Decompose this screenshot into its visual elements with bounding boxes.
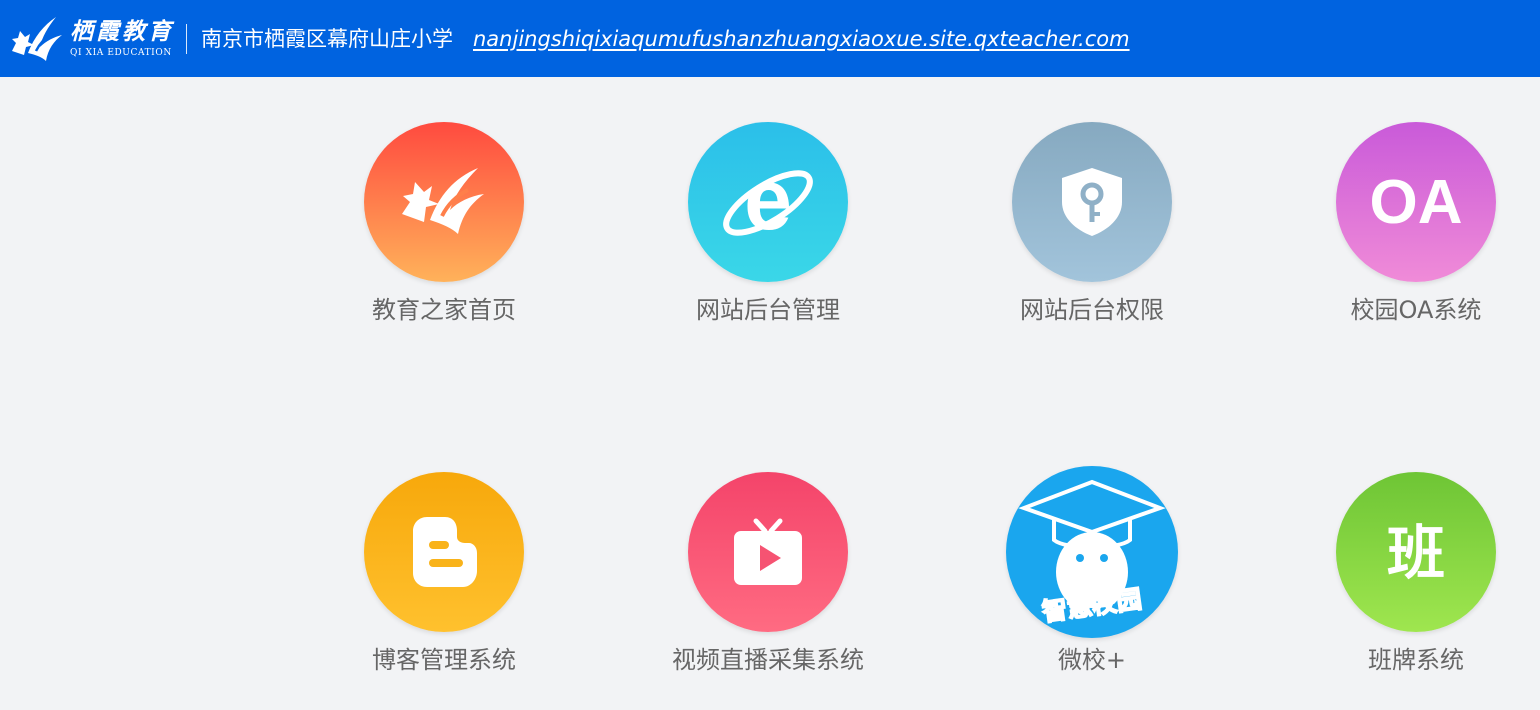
app-label: 博客管理系统 [372,646,516,674]
svg-text:e: e [744,152,792,248]
brand-name-en: QI XIA EDUCATION [70,47,172,58]
header-divider [186,23,187,54]
brand-logo[interactable]: 栖霞教育 QI XIA EDUCATION [6,0,174,77]
app-label: 校园OA系统 [1350,296,1482,324]
app-tile-class-board[interactable]: 班 班牌系统 [1296,472,1536,692]
top-bar: 栖霞教育 QI XIA EDUCATION 南京市栖霞区幕府山庄小学 nanji… [0,0,1540,77]
tv-play-icon [688,472,848,632]
class-board-icon: 班 [1336,472,1496,632]
app-label: 网站后台管理 [696,296,840,324]
internet-explorer-icon: e [688,122,848,282]
app-tile-blog-admin[interactable]: 博客管理系统 [324,472,564,692]
app-label: 微校+ [1057,646,1127,674]
app-tile-weixiao-plus[interactable]: 智慧校园 微校+ [972,466,1212,692]
school-name: 南京市栖霞区幕府山庄小学 [201,26,453,51]
qixia-logo-icon [12,16,62,61]
app-tile-campus-oa[interactable]: OA 校园OA系统 [1296,122,1536,342]
qixia-logo-icon [364,122,524,282]
site-url-link[interactable]: nanjingshiqixiaqumufushanzhuangxiaoxue.s… [473,27,1130,51]
app-tile-site-admin[interactable]: e 网站后台管理 [648,122,888,342]
oa-icon: OA [1336,122,1496,282]
app-label: 视频直播采集系统 [672,646,864,674]
app-tile-video-live[interactable]: 视频直播采集系统 [648,472,888,692]
blogger-icon [364,472,524,632]
app-label: 教育之家首页 [372,296,516,324]
app-tile-site-permissions[interactable]: 网站后台权限 [972,122,1212,342]
smart-campus-icon: 智慧校园 [1006,466,1178,638]
app-label: 班牌系统 [1368,646,1464,674]
app-tile-education-home[interactable]: 教育之家首页 [324,122,564,342]
shield-key-icon [1012,122,1172,282]
oa-icon-text: OA [1370,168,1463,237]
class-board-char: 班 [1387,519,1445,587]
brand-name-cn: 栖霞教育 [70,17,174,45]
app-label: 网站后台权限 [1020,296,1164,324]
